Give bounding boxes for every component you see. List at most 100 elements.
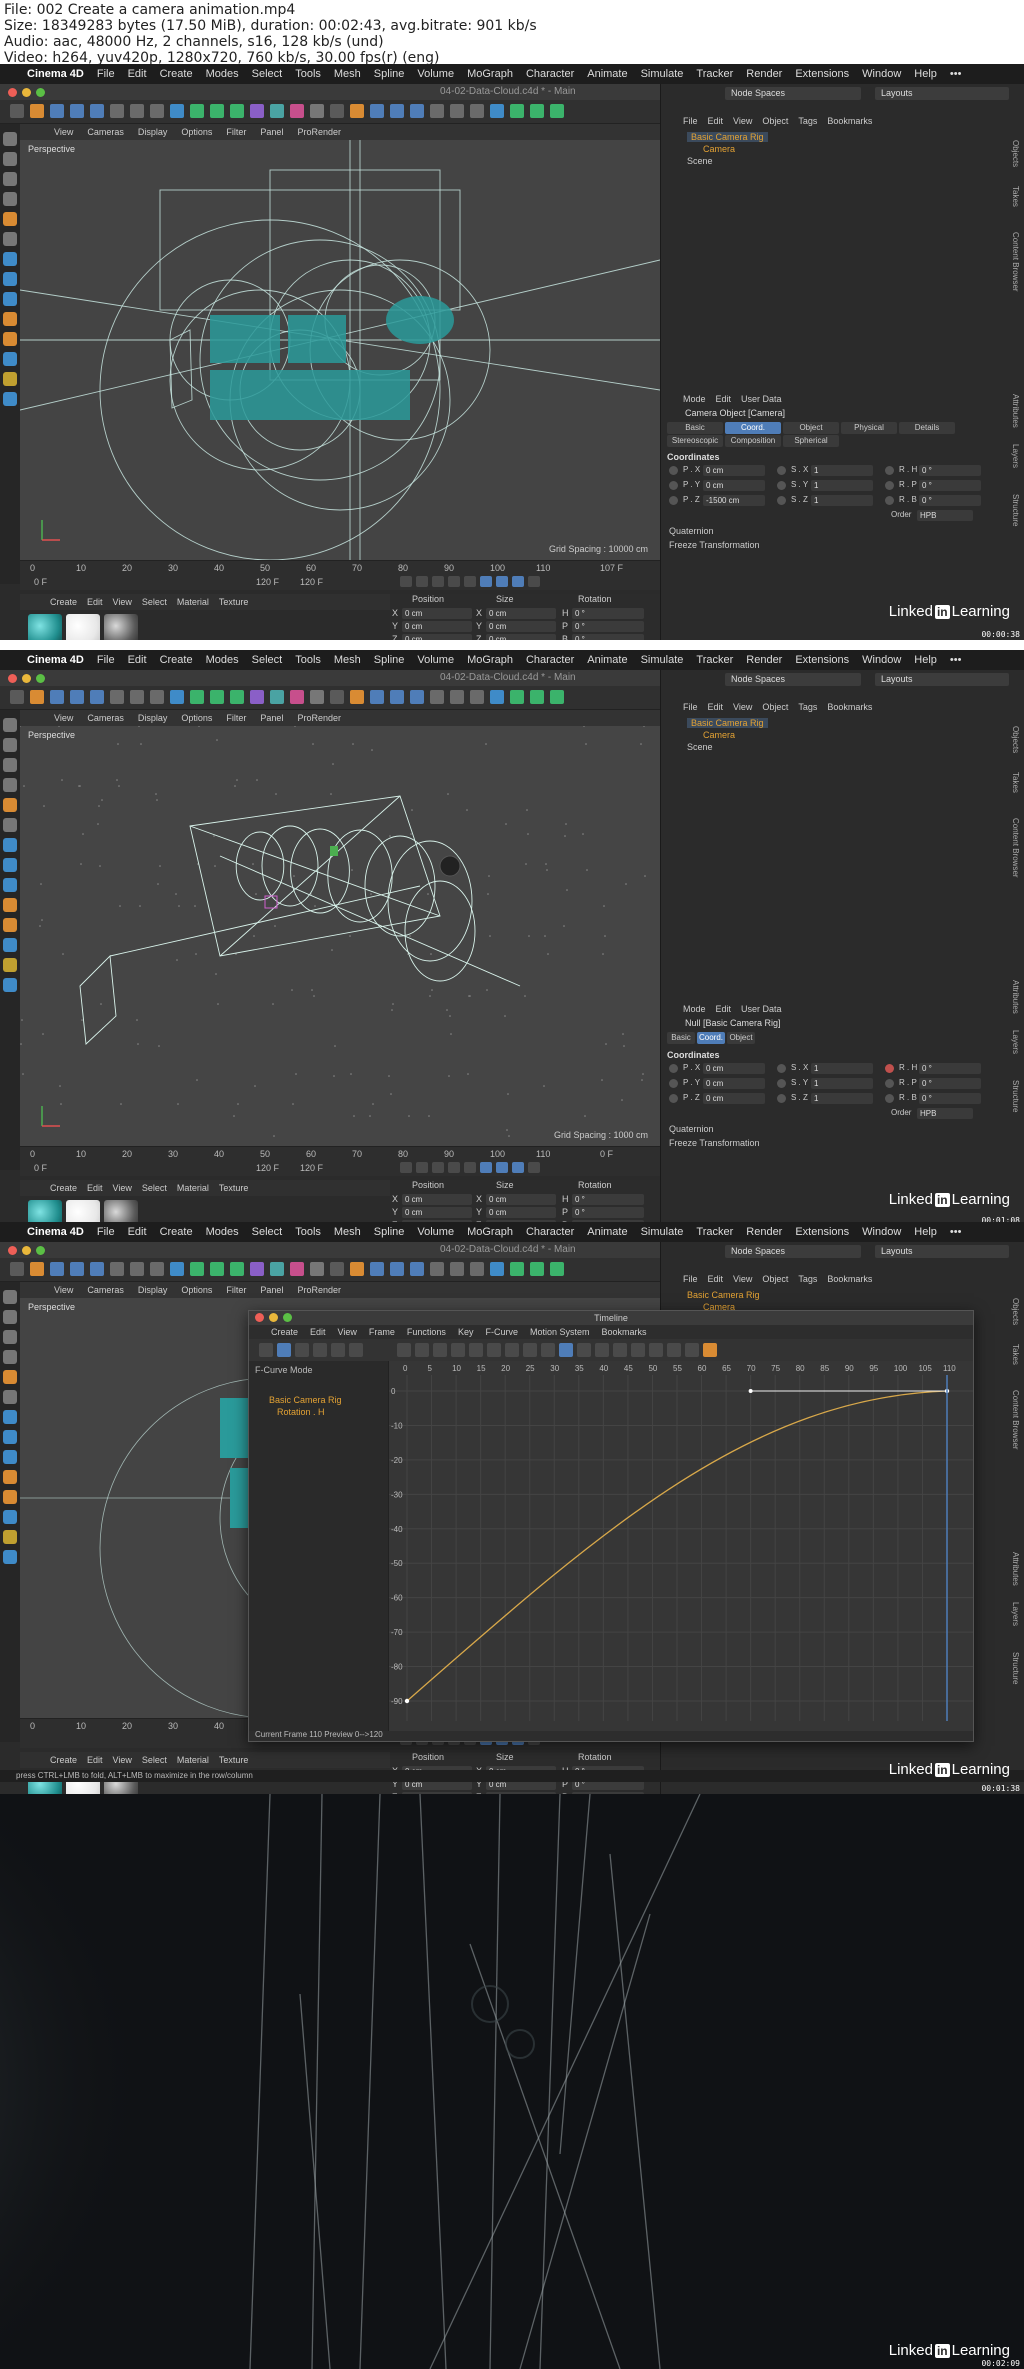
side-tab[interactable]: Takes (1011, 772, 1020, 793)
tool-icon[interactable] (490, 104, 504, 118)
viewport-menu-item[interactable]: Filter (226, 1285, 246, 1295)
attribute-field[interactable]: 1 (811, 465, 873, 476)
tool-icon[interactable] (510, 104, 524, 118)
menu-item[interactable]: Window (862, 68, 901, 80)
layouts-dropdown[interactable]: Layouts (875, 87, 1009, 100)
attribute-tab[interactable]: Details (899, 422, 955, 434)
tool-icon[interactable] (150, 104, 164, 118)
current-frame-field[interactable]: 0 F (34, 577, 47, 587)
tool-icon[interactable] (410, 1262, 424, 1276)
menu-item[interactable]: Window (862, 1226, 901, 1238)
tool-icon[interactable] (430, 1262, 444, 1276)
timeline-ruler[interactable]: 0 10 20 30 40 50 60 70 80 90 100 110 0 F 120 F 120 F 0 … (20, 1146, 660, 1176)
tool-icon[interactable] (70, 1262, 84, 1276)
side-tab[interactable]: Content Browser (1011, 232, 1020, 292)
tool-icon[interactable] (50, 690, 64, 704)
tool-icon[interactable] (310, 104, 324, 118)
track-row[interactable]: Basic Camera Rig (269, 1395, 342, 1405)
mode-icon[interactable] (3, 738, 17, 752)
tool-icon[interactable] (490, 690, 504, 704)
mode-icon[interactable] (3, 878, 17, 892)
transport-button[interactable] (464, 576, 476, 587)
end-frame-field-2[interactable]: 120 F (300, 1163, 323, 1173)
viewport[interactable]: Perspective Grid Spacing : 10000 cm (20, 140, 660, 560)
track-row[interactable]: Rotation . H (277, 1407, 325, 1417)
tool-icon[interactable] (310, 1262, 324, 1276)
timeline-menu-item[interactable]: Edit (310, 1327, 326, 1337)
timeline-tool-icon[interactable] (469, 1343, 483, 1357)
object-menu-item[interactable]: Bookmarks (827, 702, 872, 712)
object-row[interactable]: Camera (703, 144, 735, 154)
viewport[interactable]: Perspective Grid Spacing : 1000 cm (20, 726, 660, 1146)
timeline-menu-item[interactable]: Frame (369, 1327, 395, 1337)
material-menu-item[interactable]: Create (50, 597, 77, 607)
menu-item[interactable]: ••• (950, 654, 962, 666)
menu-item[interactable]: Animate (587, 68, 627, 80)
object-row[interactable]: Basic Camera Rig (687, 132, 768, 142)
tool-icon[interactable] (530, 1262, 544, 1276)
mode-icon[interactable] (3, 292, 17, 306)
quaternion-fold[interactable]: Quaternion (669, 1124, 714, 1134)
transport-button[interactable] (496, 1162, 508, 1173)
menu-item[interactable]: Edit (128, 1226, 147, 1238)
tool-icon[interactable] (230, 1262, 244, 1276)
tool-icon[interactable] (170, 104, 184, 118)
position-field[interactable]: 0 cm (402, 1207, 472, 1218)
menu-item[interactable]: Tools (295, 1226, 321, 1238)
mode-icon[interactable] (3, 1490, 17, 1504)
viewport-menu-item[interactable]: Cameras (87, 127, 124, 137)
timeline-tool-icon[interactable] (295, 1343, 309, 1357)
attribute-tab[interactable]: Stereoscopic (667, 435, 723, 447)
tool-icon[interactable] (270, 1262, 284, 1276)
menu-item[interactable]: File (97, 1226, 115, 1238)
attribute-tab[interactable]: Composition (725, 435, 781, 447)
timeline-tool-icon[interactable] (703, 1343, 717, 1357)
close-icon[interactable] (255, 1313, 264, 1322)
tool-icon[interactable] (290, 690, 304, 704)
mode-icon[interactable] (3, 838, 17, 852)
menu-item[interactable]: Spline (374, 68, 405, 80)
tool-icon[interactable] (550, 104, 564, 118)
transport-button[interactable] (432, 576, 444, 587)
timeline-menu-item[interactable]: Functions (407, 1327, 446, 1337)
tool-icon[interactable] (110, 690, 124, 704)
mode-icon[interactable] (3, 212, 17, 226)
size-field[interactable]: 0 cm (486, 1194, 556, 1205)
keyframe-toggle-icon[interactable] (885, 496, 894, 505)
menu-item[interactable]: Render (746, 68, 782, 80)
tool-icon[interactable] (150, 690, 164, 704)
tool-icon[interactable] (110, 104, 124, 118)
keyframe-toggle-icon[interactable] (885, 466, 894, 475)
tool-icon[interactable] (430, 690, 444, 704)
transport-button[interactable] (480, 1162, 492, 1173)
tool-icon[interactable] (130, 1262, 144, 1276)
viewport-menu-item[interactable]: Panel (260, 713, 283, 723)
mode-icon[interactable] (3, 332, 17, 346)
side-tab[interactable]: Layers (1011, 1602, 1020, 1626)
rotation-field[interactable]: 0 ° (572, 1194, 644, 1205)
object-row[interactable]: Basic Camera Rig (687, 1290, 760, 1300)
menu-item[interactable]: Tools (295, 654, 321, 666)
mode-icon[interactable] (3, 938, 17, 952)
mode-icon[interactable] (3, 718, 17, 732)
current-frame-field[interactable]: 0 F (34, 1163, 47, 1173)
tool-icon[interactable] (450, 104, 464, 118)
tool-icon[interactable] (190, 1262, 204, 1276)
object-menu-item[interactable]: Edit (708, 702, 724, 712)
keyframe-toggle-icon[interactable] (885, 481, 894, 490)
keyframe-toggle-icon[interactable] (777, 1064, 786, 1073)
viewport-menu-item[interactable]: Panel (260, 1285, 283, 1295)
tool-icon[interactable] (370, 1262, 384, 1276)
tool-icon[interactable] (50, 1262, 64, 1276)
viewport-menu-item[interactable]: View (54, 713, 73, 723)
menu-item[interactable]: Animate (587, 1226, 627, 1238)
attribute-field[interactable]: 0 cm (703, 465, 765, 476)
keyframe-toggle-icon[interactable] (669, 496, 678, 505)
menu-item[interactable]: Tracker (696, 1226, 733, 1238)
timeline-tool-icon[interactable] (349, 1343, 363, 1357)
tool-icon[interactable] (90, 690, 104, 704)
tool-icon[interactable] (10, 1262, 24, 1276)
tool-icon[interactable] (110, 1262, 124, 1276)
tool-icon[interactable] (130, 104, 144, 118)
side-tab[interactable]: Takes (1011, 186, 1020, 207)
